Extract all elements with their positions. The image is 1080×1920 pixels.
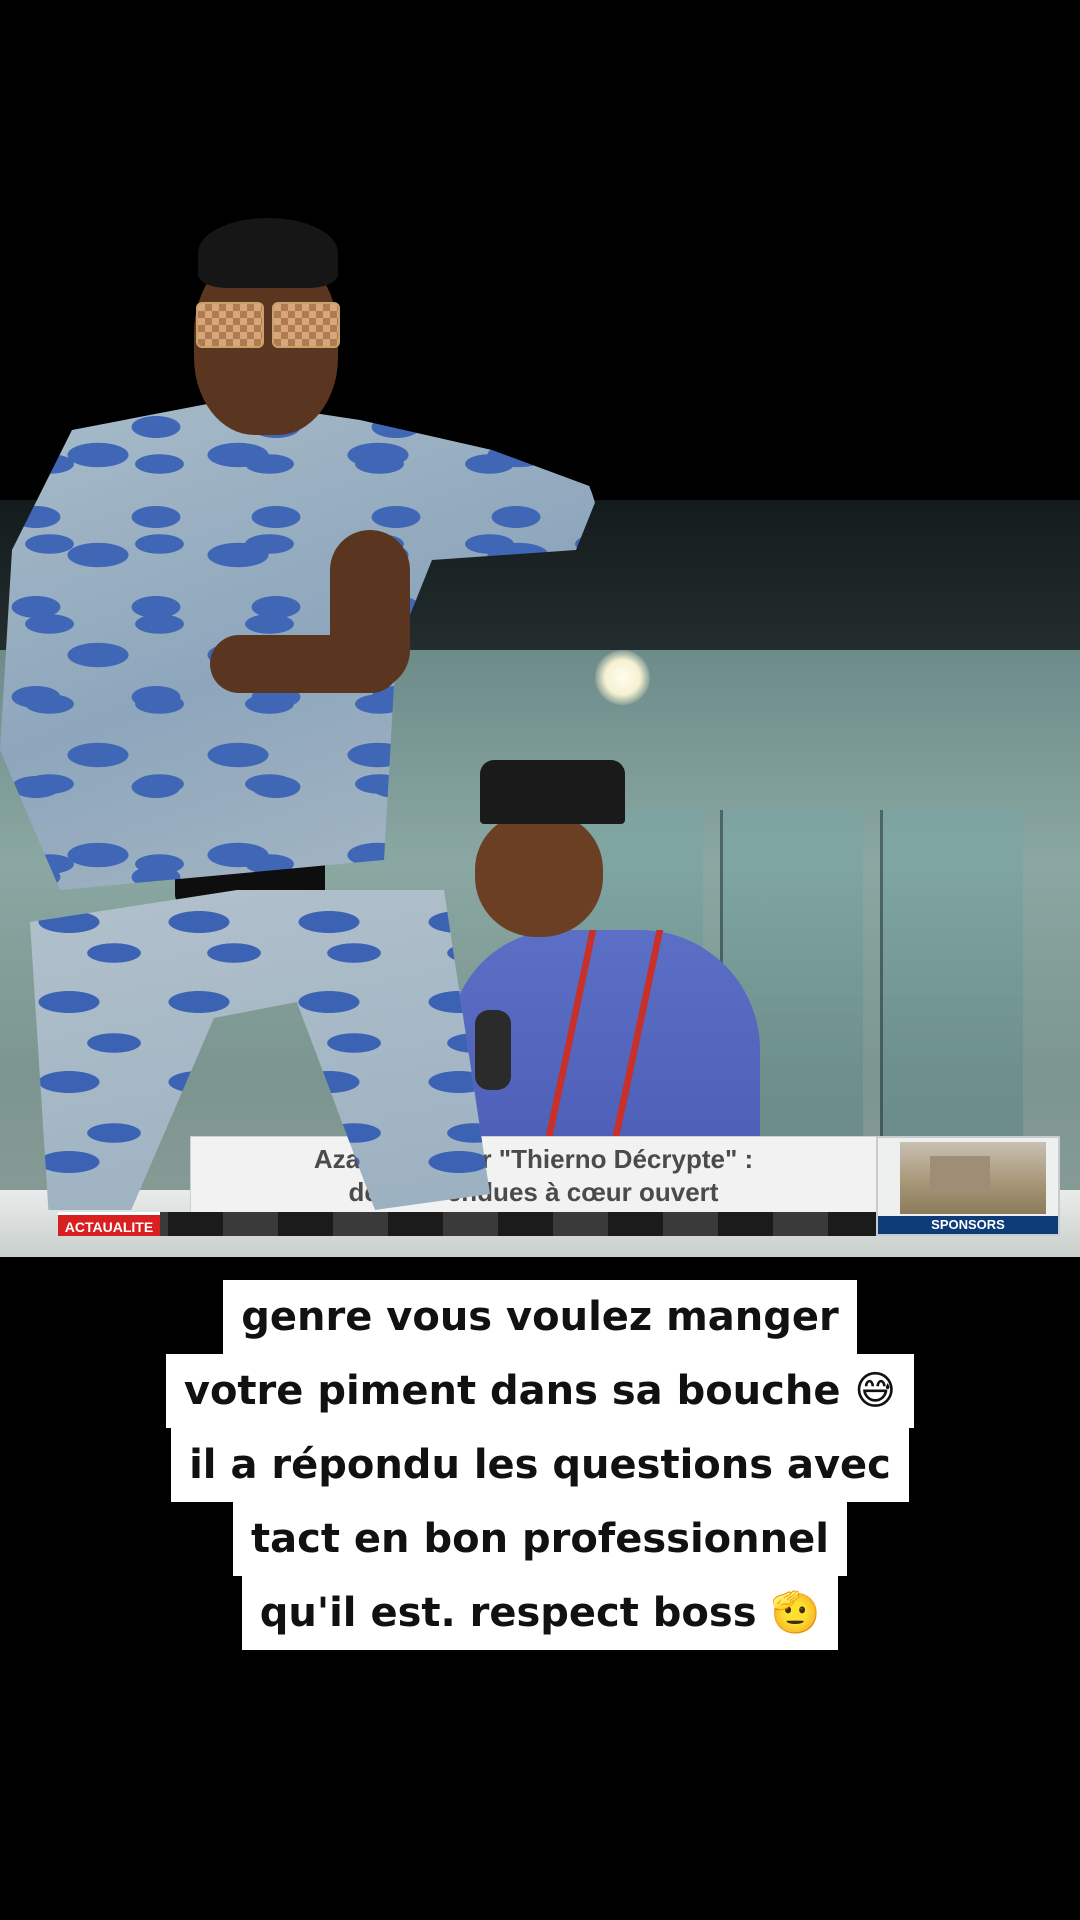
- sponsor-image: [900, 1142, 1046, 1214]
- foreground-person: [0, 210, 600, 1210]
- ceiling-light: [595, 650, 650, 705]
- caption-line: qu'il est. respect boss 🫡: [241, 1576, 839, 1650]
- denim-pants: [30, 890, 490, 1210]
- lens: [196, 302, 264, 348]
- caption-line: genre vous voulez manger: [223, 1280, 857, 1354]
- hand: [210, 635, 400, 693]
- caption-line: votre piment dans sa bouche 😅: [165, 1354, 915, 1428]
- caption-block: genre vous voulez manger votre piment da…: [0, 1280, 1080, 1650]
- video-frame: Azaya br e sur "Thierno Décrypte" : des …: [0, 0, 1080, 1920]
- building-icon: [930, 1156, 990, 1192]
- sponsor-box: SPONSORS: [876, 1136, 1060, 1236]
- sponsor-label: SPONSORS: [878, 1216, 1058, 1234]
- caption-line: il a répondu les questions avec: [171, 1428, 909, 1502]
- ticker-bar: [58, 1212, 878, 1236]
- caption-line: tact en bon professionnel: [233, 1502, 847, 1576]
- sunglasses-icon: [196, 302, 340, 348]
- lens: [272, 302, 340, 348]
- person-hair: [198, 218, 338, 288]
- section-tag: ACTAUALITE: [58, 1212, 160, 1236]
